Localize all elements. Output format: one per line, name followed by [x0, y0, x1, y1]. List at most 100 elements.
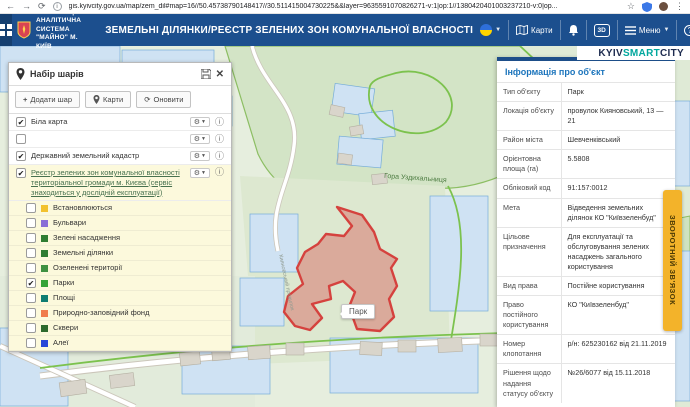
- layer-checkbox[interactable]: [16, 134, 26, 144]
- layer-info-icon[interactable]: ⓘ: [215, 168, 224, 177]
- sublayer-checkbox[interactable]: [26, 203, 36, 213]
- feedback-tab-label: ЗВОРОТНИЙ ЗВ'ЯЗОК: [668, 215, 677, 305]
- info-row: Цільове призначенняДля експлуатації та о…: [497, 227, 675, 276]
- maps-button[interactable]: Карти: [509, 14, 560, 46]
- refresh-layers-button[interactable]: ⟳Оновити: [136, 91, 191, 108]
- info-row-value: 5.5808: [561, 150, 675, 179]
- layer-row: Державний земельний кадастр⚙ ▼ⓘ: [9, 148, 231, 165]
- sublayer-color-swatch: [41, 220, 48, 227]
- address-bar[interactable]: gis.kyivcity.gov.ua/map/zem_dil#map=16//…: [69, 3, 620, 10]
- sublayer-checkbox[interactable]: [26, 338, 36, 348]
- sublayer-label: Площі: [53, 293, 224, 303]
- layer-settings-gear-icon[interactable]: ⚙ ▼: [190, 134, 210, 144]
- sublayer-checkbox[interactable]: [26, 323, 36, 333]
- site-info-icon[interactable]: i: [53, 2, 62, 11]
- info-row-label: Тип об'єкту: [497, 83, 561, 102]
- language-selector[interactable]: ▼: [473, 14, 508, 46]
- sublayer-label: Бульвари: [53, 218, 224, 228]
- map-icon: [516, 25, 528, 35]
- info-row-label: Мета: [497, 198, 561, 227]
- layer-link[interactable]: Реєстр зелених зон комунальної власності…: [31, 168, 185, 197]
- sublayer-label: Земельні ділянки: [53, 248, 224, 258]
- layers-toolbar: +Додати шар Карти ⟳Оновити: [9, 86, 231, 114]
- sublayer-row: Площі: [9, 291, 231, 306]
- sublayer-row: Сквери: [9, 321, 231, 336]
- sublayer-checkbox[interactable]: [26, 278, 36, 288]
- object-info-table: Тип об'єктуПаркЛокація об'єктупровулок К…: [497, 82, 675, 403]
- sublayer-row: Встановлюються: [9, 201, 231, 216]
- info-row-label: Обліковий код: [497, 179, 561, 198]
- app-grid-icon[interactable]: [0, 14, 12, 46]
- add-layer-button[interactable]: +Додати шар: [15, 91, 80, 108]
- layer-info-icon[interactable]: ⓘ: [215, 135, 224, 144]
- info-row-label: Вид права: [497, 277, 561, 296]
- browser-profile-avatar[interactable]: [659, 2, 668, 11]
- sublayer-checkbox[interactable]: [26, 293, 36, 303]
- sublayer-row: Парки: [9, 276, 231, 291]
- forward-icon[interactable]: →: [22, 2, 31, 11]
- layer-label: Біла карта: [31, 117, 185, 127]
- extension-shield-icon[interactable]: [642, 2, 652, 12]
- sublayer-checkbox[interactable]: [26, 308, 36, 318]
- system-title: ІНФОРМАЦІЙНО-АНАЛІТИЧНА СИСТЕМА "МАЙНО" …: [36, 9, 93, 51]
- info-row: Обліковий код91:157:0012: [497, 179, 675, 198]
- sublayer-checkbox[interactable]: [26, 218, 36, 228]
- layers-panel-header: Набір шарів ✕: [9, 63, 231, 86]
- info-row-value: №26/6077 від 15.11.2018: [561, 364, 675, 403]
- info-row-value: 91:157:0012: [561, 179, 675, 198]
- sublayer-row: Озеленені території: [9, 261, 231, 276]
- kyiv-coat-of-arms-logo: [17, 21, 31, 39]
- sublayer-checkbox[interactable]: [26, 233, 36, 243]
- chevron-down-icon: ▼: [495, 27, 501, 33]
- sublayer-label: Сквери: [53, 323, 224, 333]
- sublayer-label: Зелені насадження: [53, 233, 224, 243]
- sublayer-color-swatch: [41, 265, 48, 272]
- info-row: Тип об'єктуПарк: [497, 83, 675, 102]
- info-panel-title: Інформація про об'єкт: [497, 61, 675, 82]
- sublayer-checkbox[interactable]: [26, 263, 36, 273]
- layer-row: Біла карта ⚙ ▼ ⓘ: [9, 114, 231, 131]
- notifications-button[interactable]: [561, 14, 586, 46]
- view-3d-button[interactable]: 3D: [587, 14, 617, 46]
- help-button[interactable]: ?: [677, 14, 690, 46]
- park-map-label[interactable]: Парк: [341, 304, 375, 319]
- info-row-value: р/н: 625230162 від 21.11.2019: [561, 335, 675, 364]
- save-layerset-icon[interactable]: [201, 69, 211, 79]
- layers-panel: Набір шарів ✕ +Додати шар Карти ⟳Оновити…: [8, 62, 232, 352]
- menu-button[interactable]: Меню ▼: [618, 14, 677, 46]
- info-row: Рішення щодо надання статусу об'єкту№26/…: [497, 364, 675, 403]
- info-row-value: КО "Київзеленбуд": [561, 296, 675, 335]
- info-row-value: Відведення земельних ділянок КО "Київзел…: [561, 198, 675, 227]
- sublayer-color-swatch: [41, 250, 48, 257]
- browser-menu-icon[interactable]: ⋮: [675, 2, 684, 11]
- layer-info-icon[interactable]: ⓘ: [215, 118, 224, 127]
- back-icon[interactable]: ←: [6, 2, 15, 11]
- layer-info-icon[interactable]: ⓘ: [215, 152, 224, 161]
- layer-settings-gear-icon[interactable]: ⚙ ▼: [190, 168, 210, 178]
- layer-checkbox[interactable]: [16, 168, 26, 178]
- sublayer-label: Озеленені території: [53, 263, 224, 273]
- info-row-label: Рішення щодо надання статусу об'єкту: [497, 364, 561, 403]
- kyivsmartcity-logo: KYIVSMARTCITY: [577, 46, 690, 60]
- info-row-label: Номер клопотання: [497, 335, 561, 364]
- layers-list: Біла карта⚙ ▼ⓘ⚙ ▼ⓘДержавний земельний ка…: [9, 114, 231, 201]
- sublayer-checkbox[interactable]: [26, 248, 36, 258]
- close-icon[interactable]: ✕: [216, 69, 224, 80]
- layers-panel-title: Набір шарів: [30, 69, 196, 79]
- threed-icon: 3D: [594, 24, 610, 37]
- layer-settings-gear-icon[interactable]: ⚙ ▼: [190, 151, 210, 161]
- sublayer-color-swatch: [41, 205, 48, 212]
- layer-checkbox[interactable]: [16, 151, 26, 161]
- feedback-tab[interactable]: ЗВОРОТНИЙ ЗВ'ЯЗОК: [663, 190, 682, 331]
- bookmark-star-icon[interactable]: ☆: [627, 2, 635, 11]
- info-row-label: Право постійного користування: [497, 296, 561, 335]
- layer-settings-gear-icon[interactable]: ⚙ ▼: [190, 117, 210, 127]
- hamburger-icon: [625, 26, 636, 35]
- info-row: Право постійного користуванняКО "Київзел…: [497, 296, 675, 335]
- layer-checkbox[interactable]: [16, 117, 26, 127]
- maps-panel-button[interactable]: Карти: [85, 91, 131, 108]
- reload-icon[interactable]: ⟳: [38, 2, 46, 11]
- sublayer-label: Парки: [53, 278, 224, 288]
- sublayer-color-swatch: [41, 295, 48, 302]
- sublayer-row: Бульвари: [9, 216, 231, 231]
